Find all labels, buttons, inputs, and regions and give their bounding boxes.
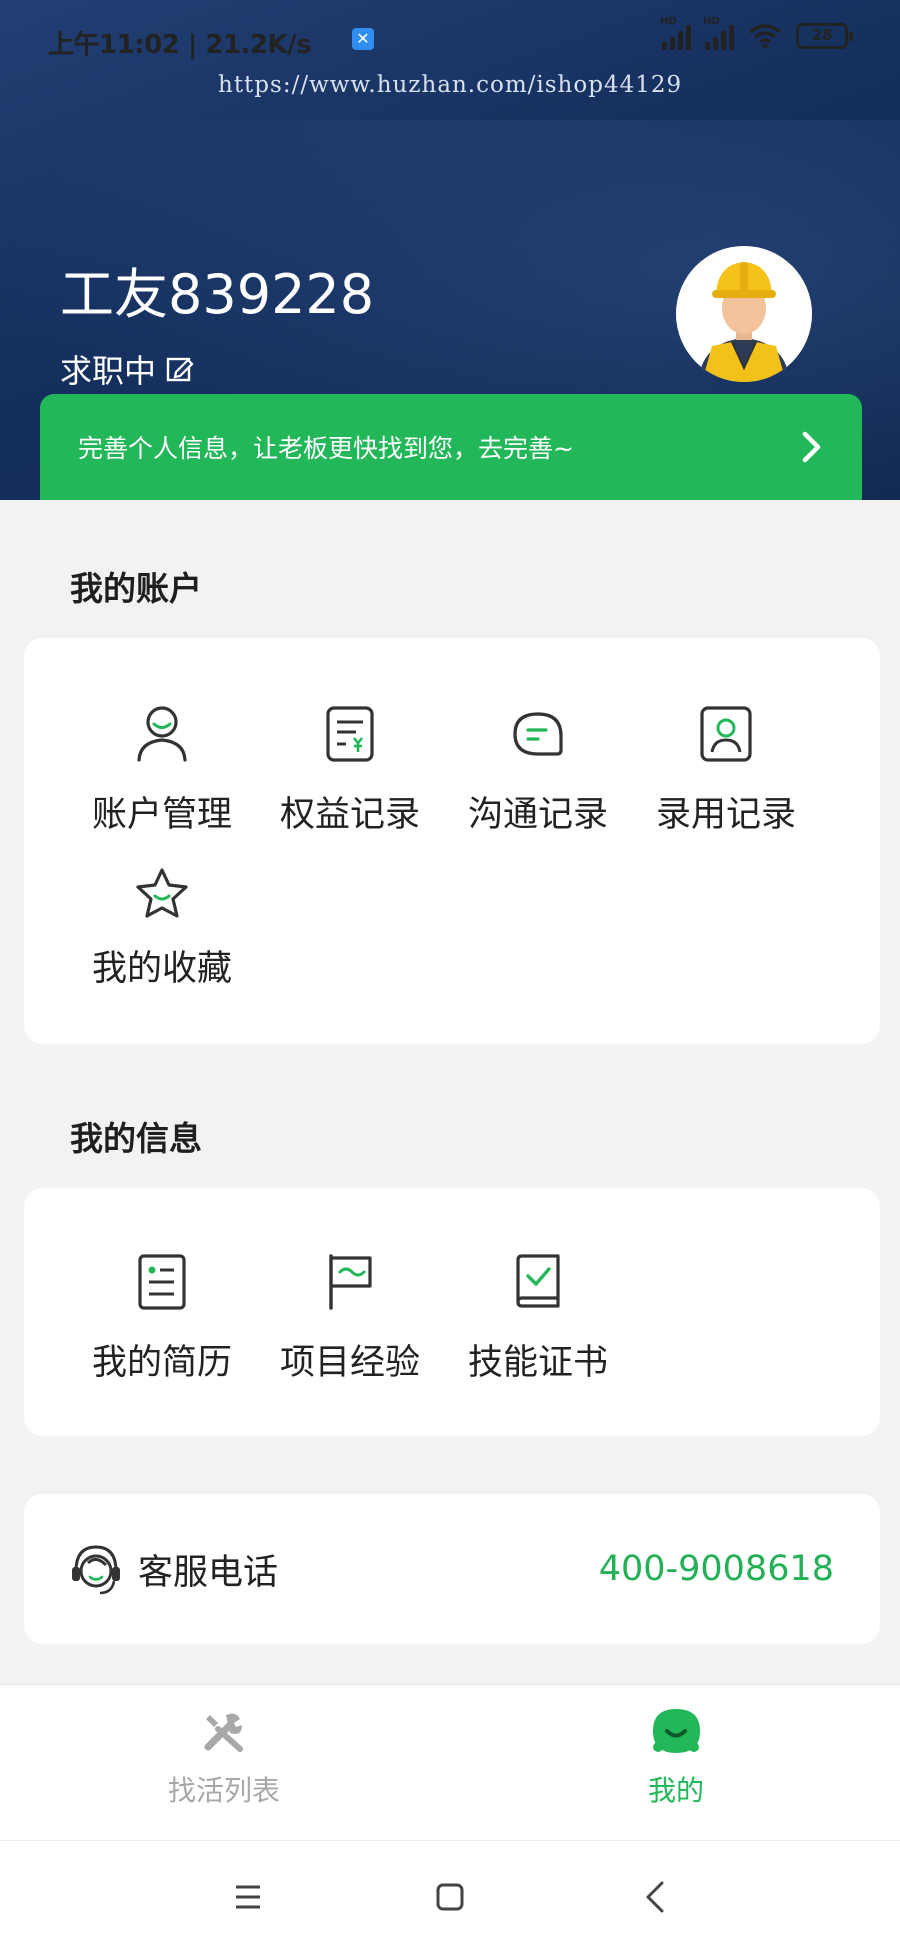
grid-item-project-experience[interactable]: 项目经验 (256, 1252, 444, 1385)
info-card: 我的简历 项目经验 技能证书 (24, 1188, 880, 1436)
grid-label: 录用记录 (655, 795, 796, 835)
job-status-label: 求职中 (60, 352, 157, 390)
grid-label: 技能证书 (467, 1343, 608, 1383)
menu-icon[interactable] (228, 1877, 268, 1917)
grid-item-resume[interactable]: 我的简历 (68, 1252, 256, 1385)
tab-label: 找活列表 (167, 1774, 280, 1807)
chevron-right-icon (802, 431, 821, 463)
info-section-title: 我的信息 (70, 1119, 202, 1158)
customer-service-label: 客服电话 (138, 1552, 279, 1593)
banner-text: 完善个人信息，让老板更快找到您，去完善~ (78, 434, 574, 463)
avatar[interactable] (676, 246, 812, 382)
status-icons: HD HD 28 (660, 16, 853, 50)
complete-profile-banner[interactable]: 完善个人信息，让老板更快找到您，去完善~ (40, 394, 862, 500)
user-icon (137, 706, 187, 762)
watermark-url: https://www.huzhan.com/ishop44129 (218, 72, 683, 98)
grid-item-skill-certificate[interactable]: 技能证书 (444, 1252, 632, 1385)
battery-icon: 28 (796, 23, 853, 49)
grid-label: 项目经验 (279, 1343, 420, 1383)
flag-icon (329, 1254, 372, 1310)
grid-label: 我的收藏 (91, 949, 232, 989)
job-status[interactable]: 求职中 (60, 346, 194, 392)
tab-job-list[interactable]: 找活列表 (124, 1707, 324, 1809)
worker-avatar-icon (676, 246, 812, 382)
star-icon (136, 868, 188, 918)
grid-label: 账户管理 (91, 795, 232, 835)
resume-icon (138, 1254, 186, 1310)
chat-icon (513, 712, 563, 756)
grid-item-favorites[interactable]: 我的收藏 (68, 866, 256, 991)
tab-label: 我的 (647, 1774, 704, 1807)
bill-icon (326, 706, 374, 762)
smile-bubble-icon (652, 1709, 700, 1753)
headset-icon (72, 1545, 120, 1595)
system-nav-bar (0, 1840, 900, 1950)
home-icon[interactable] (430, 1877, 470, 1917)
tools-icon (204, 1713, 243, 1752)
user-name: 工友839228 (60, 263, 375, 326)
signal-icon: HD (660, 16, 691, 50)
grid-label: 权益记录 (279, 795, 420, 835)
signal-icon-2: HD (703, 16, 734, 50)
grid-item-benefit-records[interactable]: 权益记录 (256, 704, 444, 837)
app-notification-icon: ✕ (352, 28, 374, 50)
grid-label: 沟通记录 (467, 795, 608, 835)
status-time: 上午11:02 | 21.2K/s (48, 30, 312, 60)
bottom-tab-bar: 找活列表 我的 (0, 1684, 900, 1840)
id-card-icon (700, 706, 752, 762)
edit-icon[interactable] (166, 355, 194, 383)
grid-label: 我的简历 (91, 1343, 232, 1383)
grid-item-hire-records[interactable]: 录用记录 (632, 704, 820, 837)
back-icon[interactable] (636, 1877, 676, 1917)
tab-mine[interactable]: 我的 (576, 1707, 776, 1809)
status-bar: 上午11:02 | 21.2K/s ✕ HD HD 28 (0, 0, 900, 80)
customer-service-phone[interactable]: 400-9008618 (599, 1549, 834, 1589)
grid-item-communication-records[interactable]: 沟通记录 (444, 704, 632, 837)
wifi-icon (748, 24, 782, 49)
certificate-icon (516, 1254, 560, 1308)
account-card: 账户管理 权益记录 沟通记录 录用记录 我的收藏 (24, 638, 880, 1044)
account-section-title: 我的账户 (70, 569, 202, 608)
customer-service-row[interactable]: 客服电话 400-9008618 (24, 1494, 880, 1644)
grid-item-account-management[interactable]: 账户管理 (68, 704, 256, 837)
